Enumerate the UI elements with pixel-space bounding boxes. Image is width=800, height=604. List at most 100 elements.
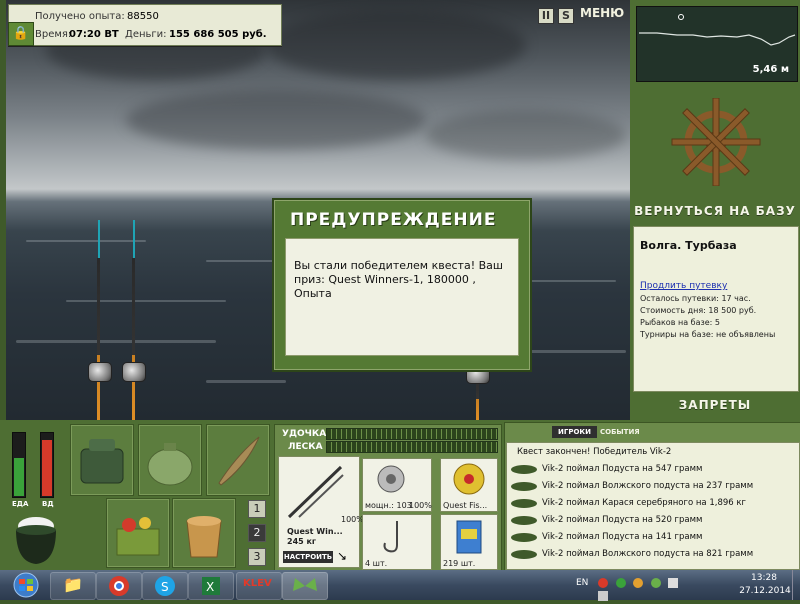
fishers-count: Рыбаков на базе: 5 [640,318,720,327]
excel-taskbar-button[interactable]: X [188,572,234,600]
rod-tension-bar [326,428,498,440]
reel-slot[interactable]: мощн.: 103 100% [362,458,432,512]
menu-button[interactable]: МЕНЮ [580,6,624,20]
skype-icon: S [155,576,175,596]
money-value: 155 686 505 руб. [169,29,267,40]
bucket-icon [186,516,222,558]
check-tray-icon[interactable] [615,578,626,588]
reel-percent: 100% [409,501,432,510]
lock-icon: 🔒 [12,26,30,41]
food-label: ЕДА [12,500,29,508]
depth-map[interactable]: 5,46 м [636,6,798,82]
tab-players[interactable]: ИГРОКИ [552,426,597,438]
extend-voucher-link[interactable]: Продлить путевку [640,281,727,291]
fish-icon [511,465,537,474]
list-item: Vik-2 поймал Подуста на 520 грамм [509,513,797,528]
slot-food-basket[interactable] [106,498,170,568]
tab-events[interactable]: СОБЫТИЯ [600,426,640,438]
chrome-icon [109,576,129,596]
rod-tip-2 [133,220,135,260]
bait-can-icon [456,520,482,554]
experience-label: Получено опыта: [35,11,125,22]
slot-page-1-button[interactable]: 1 [248,500,266,518]
dialog-message-box: Вы стали победителем квеста! Ваш приз: Q… [285,238,519,356]
line-spool-icon [453,463,485,495]
pot-icon[interactable] [10,510,62,566]
line-slot[interactable]: Quest Fis... [440,458,498,512]
slot-bucket[interactable] [172,498,236,568]
list-item: Vik-2 поймал Подуста на 547 грамм [509,462,797,477]
rod-icon [287,465,344,519]
rod-tip-1 [98,220,100,260]
hooks-count: 4 шт. [365,559,388,568]
language-indicator[interactable]: EN [576,578,588,588]
thirst-meter [40,432,54,498]
flag-tray-icon[interactable] [668,578,678,588]
shield-tray-icon[interactable] [633,578,643,588]
fish-icon [511,482,537,491]
rod-weight: 245 кг [287,537,317,546]
return-to-base-button[interactable]: ВЕРНУТЬСЯ НА БАЗУ [634,204,796,218]
arrow-icon: ↘ [337,549,348,563]
svg-text:S: S [161,580,169,594]
sound-icon: S [562,9,570,22]
explorer-taskbar-button[interactable]: 📁 [50,572,96,600]
klev-label: KLEV [243,578,272,589]
skype-taskbar-button[interactable]: S [142,572,188,600]
excel-icon: X [202,577,220,595]
chrome-taskbar-button[interactable] [96,572,142,600]
dialog-title: ПРЕДУПРЕЖДЕНИЕ [290,210,497,230]
list-item: Vik-2 поймал Карася серебряного на 1,896… [509,496,797,511]
slot-page-2-button[interactable]: 2 [248,524,266,542]
reel-slot-icon [377,465,405,493]
hook-slot[interactable]: 4 шт. [362,514,432,570]
slot-page-3-button[interactable]: 3 [248,548,266,566]
rod-percent: 100% [341,515,364,524]
slot-tackle-bag[interactable] [70,424,134,496]
time-label: Время: [35,29,72,40]
pause-icon: II [541,9,551,22]
thirst-meter-fill [42,440,52,496]
butterfly-tray-icon[interactable] [650,578,661,588]
list-item: Vik-2 поймал Волжского подуста на 821 гр… [509,547,797,562]
game-taskbar-button[interactable] [282,572,328,600]
pause-button[interactable]: II [538,8,554,24]
slot-feather[interactable] [206,424,270,496]
time-value: 07:20 ВТ [69,29,119,40]
tackle-bag-icon [80,439,124,484]
fish-icon [511,550,537,559]
voucher-remaining: Осталось путевки: 17 час. [640,294,751,303]
money-label: Деньги: [125,29,167,40]
ship-wheel-icon[interactable] [664,98,768,186]
fishing-rod-2[interactable] [132,258,135,420]
show-desktop-button[interactable] [792,570,800,600]
slot-bait-bag[interactable] [138,424,202,496]
experience-value: 88550 [127,11,159,22]
butterfly-icon [293,578,317,591]
bait-slot[interactable]: 219 шт. [440,514,498,570]
list-item: Квест закончен! Победитель Vik-2 [517,447,672,457]
rod-slot[interactable]: 100% Quest Win... 245 кг НАСТРОИТЬ ↘ [278,456,364,568]
folder-icon: 📁 [63,575,83,594]
klev-taskbar-button[interactable]: KLEV [236,572,282,600]
bait-bag-icon [147,443,193,486]
sound-button[interactable]: S [558,8,574,24]
warning-dialog[interactable]: ПРЕДУПРЕЖДЕНИЕ Вы стали победителем квес… [272,198,532,372]
fish-icon [511,533,537,542]
start-button[interactable] [6,572,46,598]
food-meter-fill [14,458,24,496]
event-list[interactable]: Квест закончен! Победитель Vik-2 Vik-2 п… [506,442,800,570]
bans-button[interactable]: ЗАПРЕТЫ [634,398,796,412]
list-item: Vik-2 поймал Подуста на 141 грамм [509,530,797,545]
line-tension-label: ЛЕСКА [288,442,323,452]
fishing-rod-1[interactable] [97,258,100,420]
clock-time[interactable]: 13:28 [744,573,784,583]
system-tray[interactable] [598,578,688,601]
line-name: Quest Fis... [443,501,488,510]
lock-button[interactable]: 🔒 [8,22,34,46]
location-name: Волга. Турбаза [640,239,737,252]
feather-icon [218,436,260,486]
tune-button[interactable]: НАСТРОИТЬ [283,551,333,563]
clock-date[interactable]: 27.12.2014 [738,586,792,596]
chrome-tray-icon[interactable] [598,578,608,588]
